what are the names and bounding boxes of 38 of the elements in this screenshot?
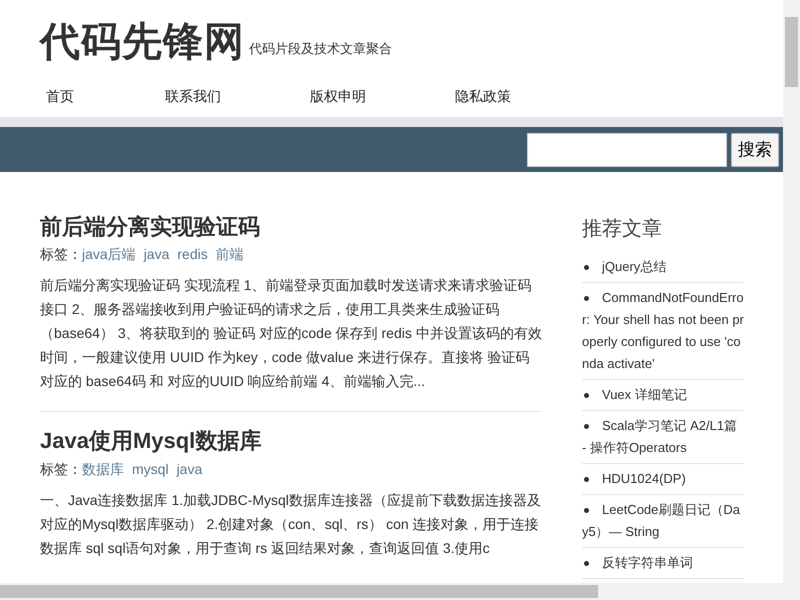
tag-link[interactable]: mysql [132,458,169,480]
search-button[interactable]: 搜索 [731,132,779,166]
article-summary: 一、Java连接数据库 1.加载JDBC-Mysql数据库连接器（应提前下载数据连接器及对应的Mysql数据库驱动） 2.创建对象（con、sql、rs） con 连接对象，用于连接数据库 sql sql语句对象，用于查询 rs 返回结果对象，查询返回值 3.使用c [40,490,542,558]
bullet-icon [584,393,589,398]
bullet-icon [584,296,589,302]
tag-link[interactable]: 数据库 [82,458,124,480]
site-title[interactable]: 代码先锋网 [40,22,245,62]
article-title[interactable]: 前后端分离实现验证码 [40,214,542,240]
bullet-icon [584,561,589,566]
sidebar-link[interactable]: jQuery总结 [582,252,744,283]
sidebar-link[interactable]: LeetCode刷题日记（Day5）— String [582,495,744,548]
horizontal-scrollbar[interactable] [0,583,800,600]
sidebar-link[interactable]: Scala学习笔记 A2/L1篇 - 操作符Operators [582,411,744,464]
tags-label: 标签： [40,460,82,479]
vertical-scrollbar[interactable] [783,0,800,583]
nav-link[interactable]: 首页 [46,88,74,104]
tag-link[interactable]: java后端 [82,244,136,266]
sidebar-heading: 推荐文章 [582,217,663,242]
article-title[interactable]: Java使用Mysql数据库 [40,428,542,455]
tag-link[interactable]: 前端 [216,244,244,266]
article-summary: 前后端分离实现验证码 实现流程 1、前端登录页面加载时发送请求来请求验证码接口 2、服务器端接收到用户验证码的请求之后，使用工具类来生成验证码（base64） 3、将获取到的 验证码 对应的code 保存到 redis 中并设置该码的有效时间，一般建议使用 UUID 作为key，code 做value 来进行保存。直接将 验证码对应的 base64码 和 对应的UUID 响应给前端 4、前端输入完... [40,276,542,392]
bullet-icon [584,265,589,270]
tag-link[interactable]: java [144,244,170,266]
search-field[interactable] [527,132,727,166]
nav-link[interactable]: 隐私政策 [455,88,511,104]
nav-link[interactable]: 联系我们 [165,88,221,104]
tags-label: 标签： [40,245,82,264]
tag-link[interactable]: redis [177,244,208,266]
nav-link[interactable]: 版权申明 [310,88,366,104]
bullet-icon [584,508,589,514]
tag-link[interactable]: java [176,458,202,480]
site-tagline: 代码片段及技术文章聚合 [249,40,392,58]
sidebar-link[interactable]: CommandNotFoundError: Your shell has not been properly configured to use 'conda activate' [582,283,744,380]
bullet-icon [584,424,589,430]
bullet-icon [584,477,589,482]
sidebar-link[interactable]: 反转字符串单词 [582,548,744,579]
sidebar-link[interactable]: HDU1024(DP) [582,464,744,495]
sidebar-link[interactable]: Vuex 详细笔记 [582,380,744,411]
